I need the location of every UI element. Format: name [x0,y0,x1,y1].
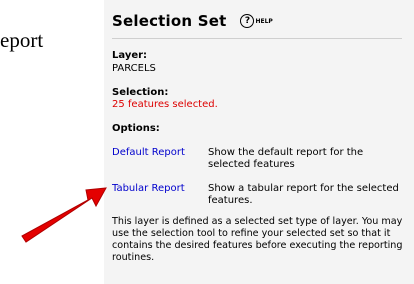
red-arrow-icon [21,187,107,243]
